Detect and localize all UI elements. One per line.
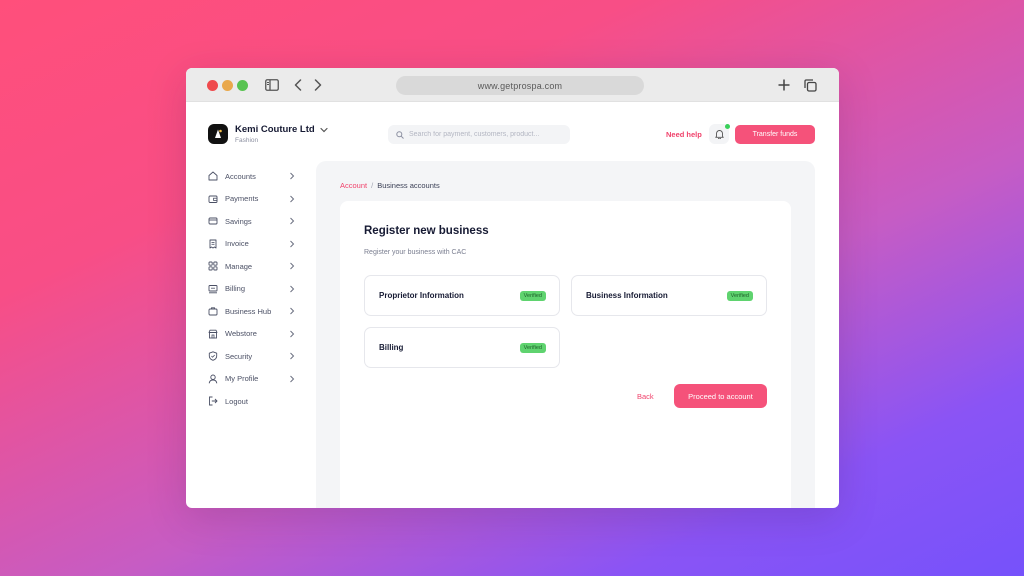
chevron-right-icon [288, 217, 296, 225]
chevron-right-icon [288, 172, 296, 180]
breadcrumb-current: Business accounts [377, 181, 440, 190]
card-icon [208, 216, 218, 226]
verified-badge: Verified [519, 342, 546, 353]
maximize-window-button[interactable] [237, 80, 248, 91]
verified-badge: Verified [726, 290, 753, 301]
sidebar-item-security[interactable]: Security [208, 345, 298, 368]
sidebar-item-label: Invoice [225, 239, 249, 249]
business-information-section[interactable]: Business Information Verified [571, 275, 767, 316]
back-arrow-icon[interactable] [290, 77, 306, 93]
forward-arrow-icon[interactable] [310, 77, 326, 93]
sidebar-item-label: Savings [225, 216, 252, 226]
sidebar-item-business-hub[interactable]: Business Hub [208, 300, 298, 323]
sidebar-item-my-profile[interactable]: My Profile [208, 368, 298, 391]
section-title: Proprietor Information [379, 291, 464, 300]
verified-badge: Verified [519, 290, 546, 301]
chevron-right-icon [288, 307, 296, 315]
wallet-icon [208, 194, 218, 204]
sidebar-item-logout[interactable]: Logout [208, 390, 298, 413]
business-name: Kemi Couture Ltd [235, 124, 315, 135]
breadcrumb-link-account[interactable]: Account [340, 181, 367, 190]
sidebar-nav: Accounts Payments Savings Invoice Manage… [208, 165, 298, 413]
briefcase-icon [208, 306, 218, 316]
chevron-right-icon [288, 352, 296, 360]
sidebar-item-label: My Profile [225, 374, 259, 384]
sidebar-item-payments[interactable]: Payments [208, 188, 298, 211]
sidebar-item-label: Webstore [225, 329, 257, 339]
sidebar-item-webstore[interactable]: Webstore [208, 323, 298, 346]
new-tab-icon[interactable] [776, 77, 792, 93]
chevron-right-icon [288, 375, 296, 383]
chevron-down-icon [320, 127, 328, 133]
breadcrumb-separator: / [371, 181, 374, 190]
sidebar-item-label: Billing [225, 284, 246, 294]
chevron-right-icon [288, 330, 296, 338]
sidebar-toggle-icon[interactable] [264, 77, 280, 93]
page-subtitle: Register your business with CAC [364, 249, 467, 256]
search-input[interactable] [409, 131, 559, 138]
shield-icon [208, 351, 218, 361]
sidebar-item-label: Accounts [225, 171, 256, 181]
breadcrumb: Account / Business accounts [340, 181, 440, 190]
browser-toolbar: www.getprospa.com [186, 68, 839, 102]
proceed-to-account-button[interactable]: Proceed to account [674, 384, 767, 408]
business-category: Fashion [235, 137, 259, 144]
main-content: Account / Business accounts Register new… [316, 161, 815, 508]
sidebar-item-label: Security [225, 351, 253, 361]
notification-dot [725, 124, 730, 129]
chevron-right-icon [288, 195, 296, 203]
user-icon [208, 374, 218, 384]
business-switcher[interactable]: Kemi Couture Ltd Fashion [208, 124, 328, 144]
minimize-window-button[interactable] [222, 80, 233, 91]
sidebar-item-manage[interactable]: Manage [208, 255, 298, 278]
sidebar-item-invoice[interactable]: Invoice [208, 233, 298, 256]
sidebar-item-accounts[interactable]: Accounts [208, 165, 298, 188]
sidebar-item-label: Business Hub [225, 306, 272, 316]
home-icon [208, 171, 218, 181]
grid-icon [208, 261, 218, 271]
need-help-link[interactable]: Need help [666, 130, 702, 139]
logout-icon [208, 396, 218, 406]
bell-icon [714, 129, 724, 139]
chevron-right-icon [288, 262, 296, 270]
tabs-overview-icon[interactable] [802, 77, 818, 93]
url-text: www.getprospa.com [477, 80, 563, 91]
chevron-right-icon [288, 285, 296, 293]
sidebar-item-label: Logout [225, 396, 248, 406]
search-icon [396, 130, 404, 139]
sidebar-item-savings[interactable]: Savings [208, 210, 298, 233]
sidebar-item-billing[interactable]: Billing [208, 278, 298, 301]
proprietor-information-section[interactable]: Proprietor Information Verified [364, 275, 560, 316]
browser-window: www.getprospa.com Kemi Couture Ltd Fashi… [186, 68, 839, 508]
chevron-right-icon [288, 240, 296, 248]
address-bar[interactable]: www.getprospa.com [396, 76, 644, 95]
store-icon [208, 329, 218, 339]
sidebar-item-label: Payments [225, 194, 259, 204]
sidebar-item-label: Manage [225, 261, 253, 271]
billing-icon [208, 284, 218, 294]
page-title: Register new business [364, 225, 489, 237]
section-title: Business Information [586, 291, 668, 300]
receipt-icon [208, 239, 218, 249]
close-window-button[interactable] [207, 80, 218, 91]
brand-logo-icon [208, 124, 228, 144]
register-business-card: Register new business Register your busi… [340, 201, 791, 508]
billing-section[interactable]: Billing Verified [364, 327, 560, 368]
transfer-funds-button[interactable]: Transfer funds [735, 125, 815, 144]
section-title: Billing [379, 343, 404, 352]
notifications-button[interactable] [709, 124, 730, 144]
back-button[interactable]: Back [637, 392, 654, 401]
search-bar[interactable] [388, 125, 570, 144]
